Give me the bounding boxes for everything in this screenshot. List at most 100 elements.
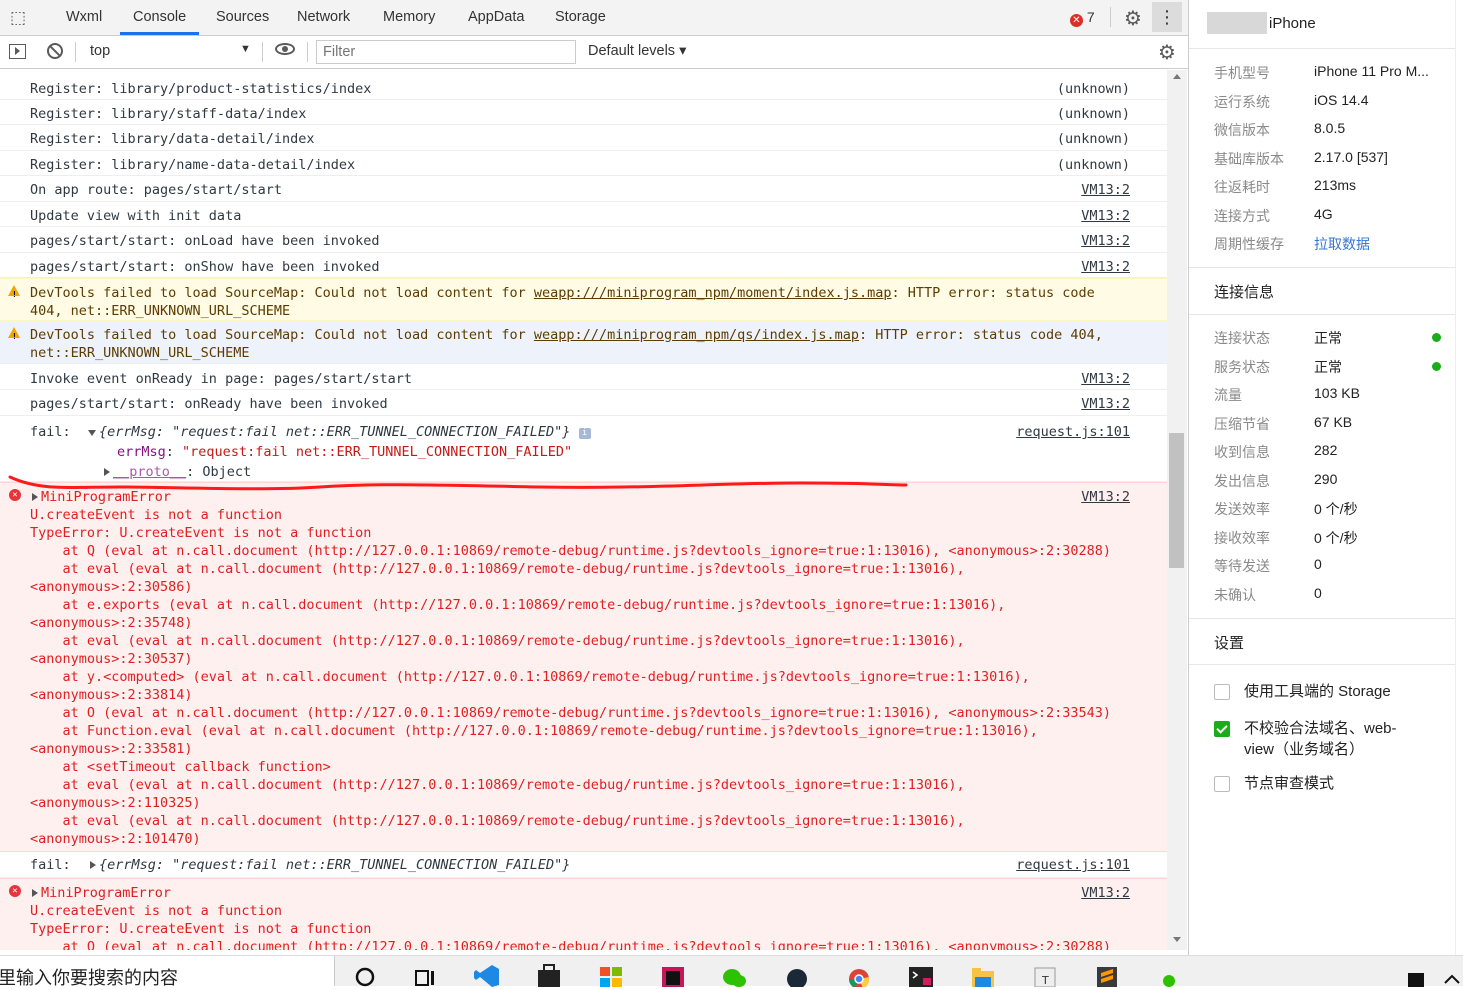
error-title[interactable]: MiniProgramError [32, 884, 171, 902]
log-row: Register: library/data-detail/index (unk… [0, 125, 1167, 151]
log-levels-dropdown[interactable]: Default levels ▾ [588, 43, 686, 59]
scroll-down-arrow-icon[interactable] [1173, 937, 1181, 942]
warning-message: DevTools failed to load SourceMap: Could… [30, 284, 1095, 320]
chrome-icon[interactable] [846, 963, 872, 987]
status-ok-dot-icon [1432, 333, 1441, 342]
scroll-up-arrow-icon[interactable] [1173, 74, 1181, 79]
stack-trace-line: <anonymous>:2:101470) [30, 831, 201, 847]
show-sidebar-icon[interactable] [9, 44, 26, 59]
log-source-link[interactable]: VM13:2 [1081, 884, 1130, 902]
fetch-data-link[interactable]: 拉取数据 [1314, 234, 1370, 254]
filter-input[interactable] [316, 40, 576, 64]
context-select[interactable]: top [90, 43, 110, 59]
status-ok-dot-icon [1432, 361, 1441, 371]
warning-text: : HTTP error: status code [891, 285, 1095, 301]
object-property: errMsg: "request:fail net::ERR_TUNNEL_CO… [117, 444, 573, 460]
property-value: "request:fail net::ERR_TUNNEL_CONNECTION… [182, 444, 573, 460]
object-summary[interactable]: {errMsg: "request:fail net::ERR_TUNNEL_C… [90, 856, 570, 874]
log-source-link[interactable]: request.js:101 [1016, 423, 1130, 441]
log-row: Invoke event onReady in page: pages/star… [0, 365, 1167, 390]
log-source-link[interactable]: VM13:2 [1081, 207, 1130, 225]
chevron-down-icon[interactable]: ▼ [240, 43, 251, 55]
settings-gear-icon[interactable]: ⚙ [1124, 6, 1142, 31]
tab-memory[interactable]: Memory [383, 0, 435, 35]
log-message: Invoke event onReady in page: pages/star… [30, 371, 413, 387]
log-source-link[interactable]: VM13:2 [1081, 181, 1130, 199]
log-message: pages/start/start: onLoad have been invo… [30, 233, 380, 249]
info-value: 0 个/秒 [1314, 501, 1358, 517]
scrollbar-thumb[interactable] [1169, 433, 1184, 568]
tab-console[interactable]: Console [120, 0, 200, 35]
store-icon[interactable] [536, 963, 562, 987]
divider [75, 42, 76, 62]
cortana-icon[interactable] [353, 963, 379, 987]
tab-appdata[interactable]: AppData [468, 0, 524, 35]
file-explorer-icon[interactable] [970, 963, 996, 987]
section-title-connection: 连接信息 [1214, 284, 1275, 301]
sublime-icon[interactable] [1094, 963, 1120, 987]
tray-chevron-up-icon[interactable] [1440, 963, 1463, 987]
steam-icon[interactable] [784, 963, 810, 987]
tab-wxml[interactable]: Wxml [66, 0, 102, 35]
expand-triangle-icon[interactable] [88, 430, 96, 436]
fail-label: fail: [30, 424, 71, 440]
expand-triangle-icon[interactable] [90, 861, 96, 869]
intellij-icon[interactable] [660, 963, 686, 987]
setting-label[interactable]: 节点审查模式 [1244, 773, 1424, 794]
fail-label: fail: [30, 857, 71, 873]
more-options-icon[interactable]: ⋮ [1152, 2, 1182, 32]
warning-text: DevTools failed to load SourceMap: Could… [30, 327, 534, 343]
clear-console-icon[interactable] [47, 43, 63, 59]
log-source-link[interactable]: VM13:2 [1081, 488, 1130, 506]
setting-checkbox[interactable] [1214, 776, 1230, 792]
log-row: pages/start/start: onShow have been invo… [0, 253, 1167, 278]
divider [262, 42, 263, 62]
property-key: errMsg [117, 444, 166, 460]
live-expression-eye-icon[interactable] [275, 43, 295, 55]
stack-trace-line: <anonymous>:2:33581) [30, 741, 193, 757]
task-view-icon[interactable] [412, 963, 438, 987]
terminal-icon[interactable] [908, 963, 934, 987]
setting-checkbox[interactable] [1214, 721, 1230, 737]
expand-triangle-icon[interactable] [32, 889, 38, 897]
console-scrollbar[interactable] [1167, 70, 1187, 950]
tab-sources[interactable]: Sources [216, 0, 269, 35]
sourcemap-link[interactable]: weapp:///miniprogram_npm/moment/index.js… [534, 285, 892, 301]
vscode-icon[interactable] [474, 963, 500, 987]
office-tiles-icon[interactable] [598, 963, 624, 987]
inspect-element-icon[interactable]: ⬚ [10, 8, 30, 28]
tray-app-icon[interactable] [1404, 963, 1430, 987]
sourcemap-link[interactable]: weapp:///miniprogram_npm/qs/index.js.map [534, 327, 859, 343]
info-value: 正常 [1314, 358, 1342, 375]
log-source-link[interactable]: VM13:2 [1081, 395, 1130, 413]
warning-row: DevTools failed to load SourceMap: Could… [0, 321, 1167, 364]
log-source-link[interactable]: VM13:2 [1081, 232, 1130, 250]
object-summary[interactable]: {errMsg: "request:fail net::ERR_TUNNEL_C… [88, 423, 591, 441]
log-source-link[interactable]: VM13:2 [1081, 258, 1130, 276]
error-type: MiniProgramError [41, 885, 172, 901]
wechat-devtools-icon[interactable] [1156, 963, 1182, 987]
taskbar-search[interactable]: 里输入你要搜索的内容 [0, 956, 335, 988]
setting-checkbox[interactable] [1214, 684, 1230, 700]
setting-label[interactable]: 不校验合法域名、web-view（业务域名） [1244, 718, 1424, 760]
info-value: 290 [1314, 470, 1338, 487]
log-message: Register: library/staff-data/index [30, 106, 307, 122]
log-source-link[interactable]: request.js:101 [1016, 856, 1130, 874]
divider [1189, 664, 1463, 665]
tab-storage[interactable]: Storage [555, 0, 606, 35]
error-counter[interactable]: ✕ 7 [1070, 9, 1095, 27]
info-value: 8.0.5 [1314, 120, 1346, 136]
stack-trace-line: <anonymous>:2:35748) [30, 615, 193, 631]
wechat-icon[interactable] [722, 963, 748, 987]
info-value: 0 [1314, 584, 1322, 601]
stack-trace-line: at Q (eval at n.call.document (http://12… [30, 543, 1111, 559]
console-settings-gear-icon[interactable]: ⚙ [1158, 40, 1176, 65]
device-header: iPhone [1189, 0, 1463, 49]
tab-network[interactable]: Network [297, 0, 350, 35]
typora-icon[interactable]: T [1032, 963, 1058, 987]
setting-label[interactable]: 使用工具端的 Storage [1244, 681, 1424, 702]
warning-icon [8, 285, 20, 304]
log-source-link[interactable]: VM13:2 [1081, 370, 1130, 388]
warning-text: net::ERR_UNKNOWN_URL_SCHEME [30, 345, 250, 361]
info-value: 103 KB [1314, 385, 1360, 401]
